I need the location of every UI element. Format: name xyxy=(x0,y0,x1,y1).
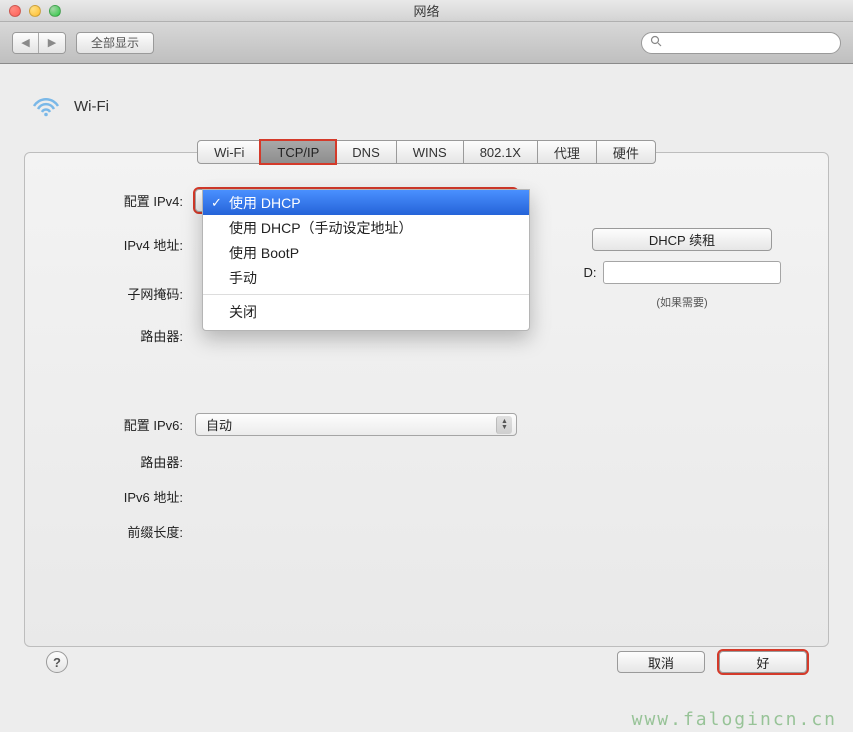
ipv6-prefix-label: 前缀长度: xyxy=(53,522,183,541)
dropdown-item-off[interactable]: 关闭 xyxy=(203,299,529,324)
settings-panel: 配置 IPv4: ▲▼ IPv4 地址: DHCP 续租 D: (如果需要) xyxy=(24,152,829,647)
forward-button[interactable]: ▶ xyxy=(39,33,65,53)
chevron-updown-icon: ▲▼ xyxy=(496,416,512,434)
toolbar: ◀ ▶ 全部显示 xyxy=(0,22,853,64)
tab-wins[interactable]: WINS xyxy=(396,140,464,164)
dropdown-item-manual[interactable]: 手动 xyxy=(203,265,529,290)
tab-wifi[interactable]: Wi-Fi xyxy=(197,140,261,164)
ipv6-addr-label: IPv6 地址: xyxy=(53,487,183,506)
dhcp-renew-button[interactable]: DHCP 续租 xyxy=(592,228,772,251)
tab-8021x[interactable]: 802.1X xyxy=(463,140,538,164)
traffic-lights xyxy=(0,5,61,17)
dropdown-separator xyxy=(203,294,529,295)
ipv4-subnet-label: 子网掩码: xyxy=(53,284,183,303)
watermark: www.falogincn.cn xyxy=(632,709,837,730)
ipv4-addr-label: IPv4 地址: xyxy=(53,235,183,254)
ipv4-config-dropdown: 使用 DHCP 使用 DHCP（手动设定地址） 使用 BootP 手动 关闭 xyxy=(202,189,530,331)
help-button[interactable]: ? xyxy=(46,651,68,673)
back-button[interactable]: ◀ xyxy=(13,33,39,53)
client-id-hint: (如果需要) xyxy=(656,294,707,310)
tab-tcpip[interactable]: TCP/IP xyxy=(260,140,336,164)
zoom-window-button[interactable] xyxy=(49,5,61,17)
bottom-bar: ? 取消 好 xyxy=(24,651,829,673)
ipv6-config-select[interactable]: 自动 ▲▼ xyxy=(195,413,517,436)
show-all-button[interactable]: 全部显示 xyxy=(76,32,154,54)
service-header: Wi-Fi xyxy=(24,94,829,118)
minimize-window-button[interactable] xyxy=(29,5,41,17)
tabs: Wi-Fi TCP/IP DNS WINS 802.1X 代理 硬件 xyxy=(197,140,656,164)
nav-buttons: ◀ ▶ xyxy=(12,32,66,54)
close-window-button[interactable] xyxy=(9,5,21,17)
content-area: Wi-Fi Wi-Fi TCP/IP DNS WINS 802.1X 代理 硬件… xyxy=(0,64,853,707)
tab-proxies[interactable]: 代理 xyxy=(537,140,597,164)
client-id-label: D: xyxy=(584,265,597,280)
ipv4-config-label: 配置 IPv4: xyxy=(53,191,183,210)
search-icon xyxy=(650,35,662,50)
window-title: 网络 xyxy=(413,1,439,20)
cancel-button[interactable]: 取消 xyxy=(617,651,705,673)
tab-hardware[interactable]: 硬件 xyxy=(596,140,656,164)
ok-button[interactable]: 好 xyxy=(719,651,807,673)
tab-dns[interactable]: DNS xyxy=(335,140,396,164)
dropdown-item-bootp[interactable]: 使用 BootP xyxy=(203,240,529,265)
dropdown-item-dhcp[interactable]: 使用 DHCP xyxy=(203,190,529,215)
dropdown-item-dhcp-manual[interactable]: 使用 DHCP（手动设定地址） xyxy=(203,215,529,240)
ipv4-router-label: 路由器: xyxy=(53,326,183,345)
client-id-input[interactable] xyxy=(603,261,781,284)
search-input[interactable] xyxy=(641,32,841,54)
ipv6-config-label: 配置 IPv6: xyxy=(53,415,183,434)
ipv6-router-label: 路由器: xyxy=(53,452,183,471)
titlebar: 网络 xyxy=(0,0,853,22)
ipv6-config-value: 自动 xyxy=(206,415,232,434)
service-name: Wi-Fi xyxy=(74,98,109,115)
wifi-icon xyxy=(30,94,62,118)
